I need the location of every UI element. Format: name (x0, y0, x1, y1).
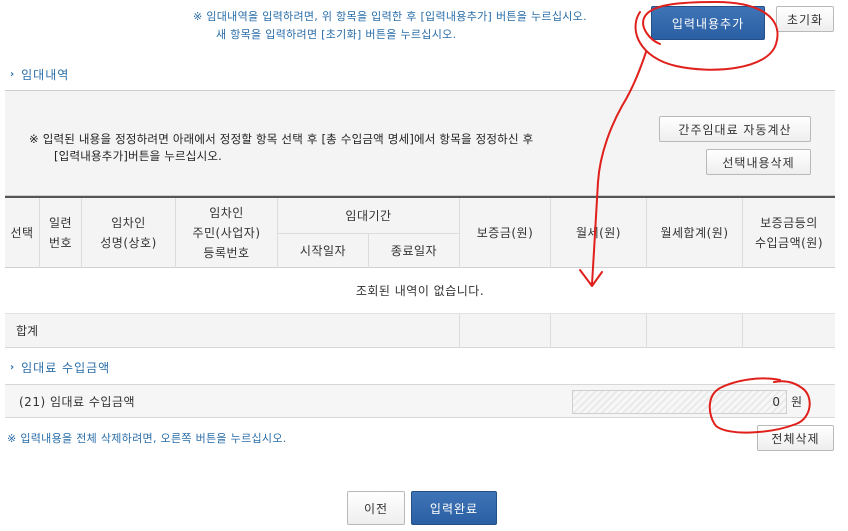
col-serial: 일련 번호 (40, 198, 82, 268)
delete-all-notice: ※ 입력내용을 전체 삭제하려면, 오른쪽 버튼을 누르십시오. (7, 432, 287, 445)
add-entry-button[interactable]: 입력내용추가 (651, 6, 765, 40)
col-tenant-id-line2: 주민(사업자) (192, 226, 261, 240)
edit-notice-line2: [입력내용추가]버튼을 누르십시오. (54, 149, 223, 163)
sum-cell-monthly-rent (551, 314, 647, 348)
col-start-date: 시작일자 (278, 234, 369, 268)
col-tenant-name-line2: 성명(상호) (100, 236, 157, 250)
income-row-label: (21) 임대료 수입금액 (19, 395, 136, 409)
col-tenant-id-line1: 임차인 (209, 206, 244, 220)
col-serial-line1: 일련 (48, 216, 73, 230)
col-deposit-income: 보증금등의 수입금액(원) (743, 198, 835, 268)
done-button[interactable]: 입력완료 (411, 491, 497, 525)
edit-instruction-box: ※ 입력된 내용을 정정하려면 아래에서 정정할 항목 선택 후 [총 수입금액… (5, 90, 835, 196)
rental-section-title: › 임대내역 (10, 66, 69, 83)
sum-cell-label (5, 314, 460, 348)
col-end-date: 종료일자 (369, 234, 460, 268)
col-tenant-name-line1: 임차인 (111, 216, 146, 230)
delete-selected-button[interactable]: 선택내용삭제 (706, 149, 811, 175)
col-period: 임대기간 (278, 198, 460, 234)
sum-cell-deposit (460, 314, 551, 348)
col-tenant-name: 임차인 성명(상호) (82, 198, 176, 268)
sum-row: 합계 (5, 314, 835, 348)
col-tenant-id: 임차인 주민(사업자) 등록번호 (176, 198, 278, 268)
col-serial-line2: 번호 (48, 236, 73, 250)
delete-all-button[interactable]: 전체삭제 (757, 425, 834, 451)
edit-notice-line1: ※ 입력된 내용을 정정하려면 아래에서 정정할 항목 선택 후 [총 수입금액… (29, 132, 534, 146)
rental-income-field[interactable]: 0 (572, 390, 787, 414)
col-monthly-rent: 월세(원) (551, 198, 647, 268)
auto-calc-button[interactable]: 간주임대료 자동계산 (659, 116, 811, 142)
reset-button[interactable]: 초기화 (776, 6, 834, 32)
edit-notice: ※ 입력된 내용을 정정하려면 아래에서 정정할 항목 선택 후 [총 수입금액… (29, 131, 533, 165)
chevron-right-icon: › (10, 362, 16, 373)
col-tenant-id-line3: 등록번호 (203, 246, 250, 260)
income-row: (21) 임대료 수입금액 0 원 (5, 384, 835, 418)
income-unit: 원 (791, 395, 803, 409)
col-select: 선택 (5, 198, 40, 268)
rental-table-header: 선택 일련 번호 임차인 성명(상호) 임차인 주민(사업자) 등록번호 임대기… (5, 196, 835, 268)
col-deposit: 보증금(원) (460, 198, 551, 268)
add-notice-line1: ※ 임대내역을 입력하려면, 위 항목을 입력한 후 [입력내용추가] 버튼을 … (193, 10, 587, 23)
income-section-label: 임대료 수입금액 (21, 361, 111, 375)
col-deposit-income-line2: 수입금액(원) (754, 236, 824, 250)
add-notice-line2: 새 항목을 입력하려면 [초기화] 버튼을 누르십시오. (216, 28, 457, 41)
empty-result-message: 조회된 내역이 없습니다. (5, 268, 835, 314)
add-notice: ※ 임대내역을 입력하려면, 위 항목을 입력한 후 [입력내용추가] 버튼을 … (193, 8, 587, 43)
prev-button[interactable]: 이전 (347, 491, 405, 525)
col-deposit-income-line1: 보증금등의 (760, 216, 818, 230)
income-section-title: › 임대료 수입금액 (10, 359, 110, 376)
rental-section-label: 임대내역 (21, 68, 70, 82)
col-monthly-total: 월세합계(원) (647, 198, 743, 268)
chevron-right-icon: › (10, 69, 16, 80)
sum-cell-monthly-total (647, 314, 743, 348)
